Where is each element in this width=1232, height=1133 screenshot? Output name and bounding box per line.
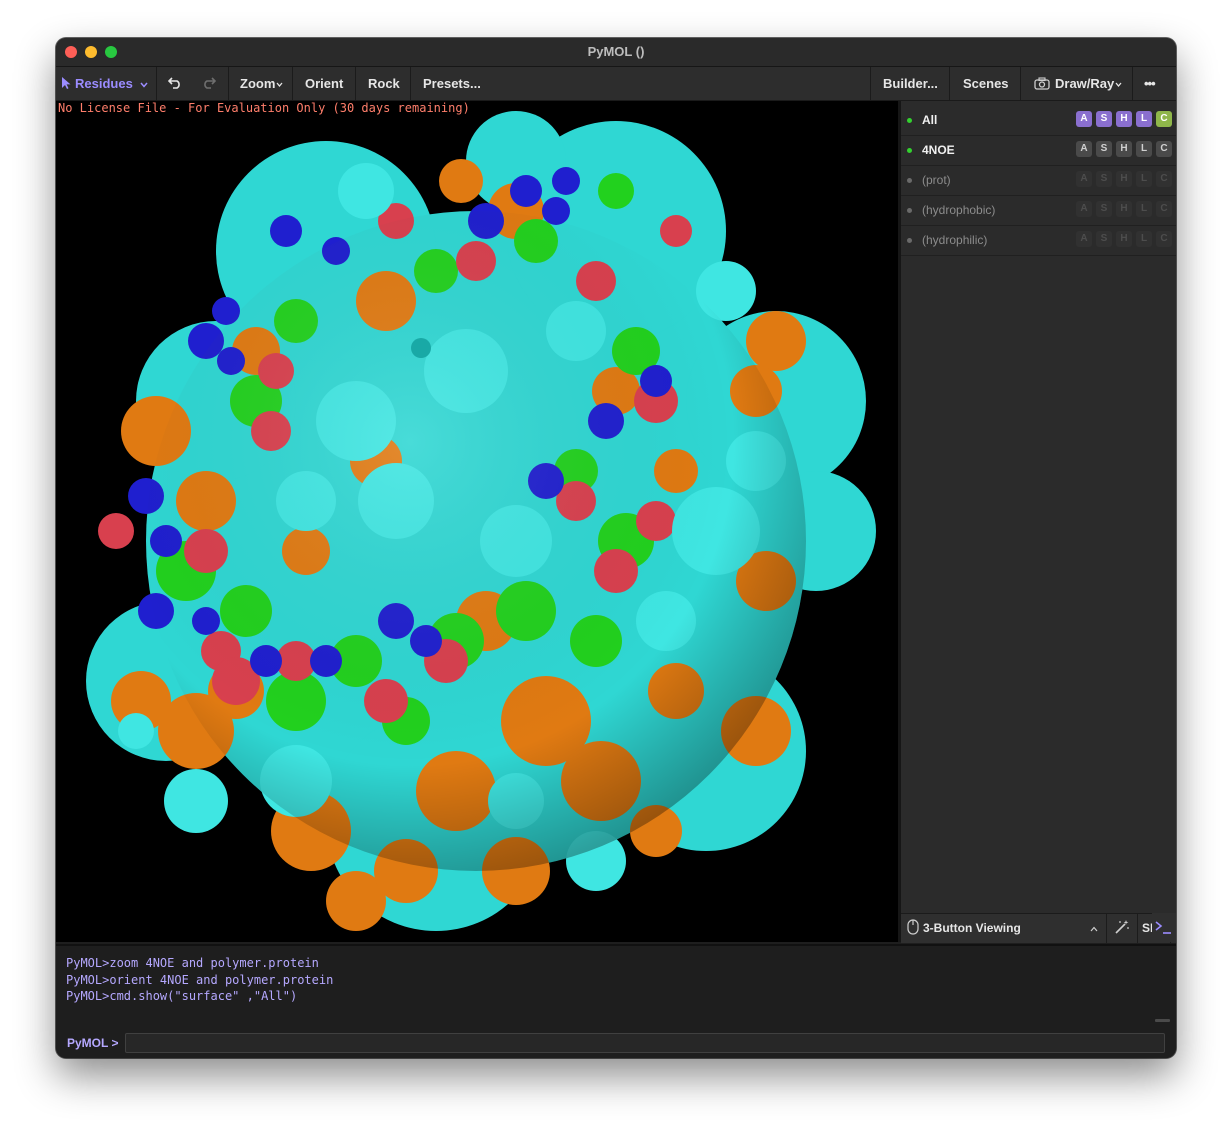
- object-row[interactable]: (prot) A S H L C: [901, 166, 1176, 196]
- pointer-icon: [62, 77, 71, 89]
- action-button-c[interactable]: C: [1156, 231, 1172, 247]
- chevron-down-icon: [276, 82, 283, 88]
- action-button-a[interactable]: A: [1076, 171, 1092, 187]
- log-line: PyMOL>cmd.show("surface" ,"All"): [66, 989, 298, 1003]
- mouse-icon: [907, 919, 919, 935]
- action-button-s[interactable]: S: [1096, 201, 1112, 217]
- object-name[interactable]: 4NOE: [922, 143, 955, 157]
- presets-button[interactable]: Presets...: [423, 67, 481, 100]
- enabled-indicator-icon[interactable]: [907, 208, 912, 213]
- camera-icon: [1034, 77, 1050, 90]
- toolbar: Residues Zoom Orient Rock Presets... Bui…: [56, 67, 1176, 101]
- builder-button[interactable]: Builder...: [883, 67, 938, 100]
- command-input[interactable]: [125, 1033, 1165, 1053]
- action-button-s[interactable]: S: [1096, 111, 1112, 127]
- object-row[interactable]: (hydrophilic) A S H L C: [901, 226, 1176, 256]
- command-console: PyMOL>zoom 4NOE and polymer.protein PyMO…: [56, 944, 1176, 1058]
- object-name[interactable]: (hydrophilic): [922, 233, 987, 247]
- enabled-indicator-icon[interactable]: [907, 118, 912, 123]
- action-button-h[interactable]: H: [1116, 171, 1132, 187]
- mouse-mode-button[interactable]: 3-Button Viewing: [907, 914, 1021, 943]
- action-button-l[interactable]: L: [1136, 231, 1152, 247]
- console-toggle-button[interactable]: [1152, 913, 1176, 942]
- orient-button[interactable]: Orient: [305, 67, 343, 100]
- 3d-viewport[interactable]: No License File - For Evaluation Only (3…: [56, 101, 898, 942]
- title-bar: PyMOL (): [56, 38, 1176, 67]
- terminal-icon: [1155, 921, 1171, 934]
- protein-surface-render: [86, 111, 876, 931]
- draw-ray-dropdown[interactable]: Draw/Ray: [1034, 67, 1122, 100]
- action-button-a[interactable]: A: [1076, 111, 1092, 127]
- magic-wand-button[interactable]: [1114, 914, 1130, 943]
- undo-icon: [167, 77, 180, 89]
- object-name[interactable]: (hydrophobic): [922, 203, 995, 217]
- action-button-a[interactable]: A: [1076, 141, 1092, 157]
- pymol-window: PyMOL () Residues Zoom Orient Rock Prese…: [56, 38, 1176, 1058]
- object-row[interactable]: All A S H L C: [901, 106, 1176, 136]
- object-name[interactable]: (prot): [922, 173, 951, 187]
- object-action-buttons: ASHLC: [1076, 200, 1176, 217]
- license-warning: No License File - For Evaluation Only (3…: [58, 101, 470, 115]
- resize-grip[interactable]: [1155, 1019, 1170, 1022]
- action-button-l[interactable]: L: [1136, 111, 1152, 127]
- zoom-dropdown[interactable]: Zoom: [240, 67, 283, 100]
- enabled-indicator-icon[interactable]: [907, 148, 912, 153]
- action-button-a[interactable]: A: [1076, 201, 1092, 217]
- scenes-button[interactable]: Scenes: [963, 67, 1009, 100]
- object-action-buttons: ASHLC: [1076, 140, 1176, 157]
- object-action-buttons: ASHLC: [1076, 230, 1176, 247]
- mouse-mode-label: 3-Button Viewing: [923, 921, 1021, 935]
- log-line: PyMOL>orient 4NOE and polymer.protein: [66, 972, 334, 987]
- rock-button[interactable]: Rock: [368, 67, 400, 100]
- action-button-h[interactable]: H: [1116, 141, 1132, 157]
- action-button-s[interactable]: S: [1096, 231, 1112, 247]
- undo-button[interactable]: [167, 67, 182, 100]
- redo-button[interactable]: [202, 67, 217, 100]
- action-button-c[interactable]: C: [1156, 141, 1172, 157]
- zoom-label: Zoom: [240, 76, 276, 91]
- window-title: PyMOL (): [587, 44, 645, 59]
- command-prompt-label: PyMOL >: [67, 1036, 119, 1050]
- chevron-down-icon: [140, 82, 149, 88]
- action-button-h[interactable]: H: [1116, 231, 1132, 247]
- action-button-c[interactable]: C: [1156, 111, 1172, 127]
- object-action-buttons: ASHLC: [1076, 170, 1176, 187]
- object-row[interactable]: 4NOE A S H L C: [901, 136, 1176, 166]
- action-button-c[interactable]: C: [1156, 171, 1172, 187]
- action-button-a[interactable]: A: [1076, 231, 1092, 247]
- object-panel: All A S H L C 4NOE A S H L C (prot) A S H L C (hydrophobic…: [901, 101, 1176, 942]
- chevron-down-icon: [1115, 82, 1122, 88]
- action-button-l[interactable]: L: [1136, 201, 1152, 217]
- draw-ray-label: Draw/Ray: [1055, 76, 1115, 91]
- selection-mode-dropdown[interactable]: Residues: [62, 67, 149, 100]
- action-button-h[interactable]: H: [1116, 111, 1132, 127]
- action-button-h[interactable]: H: [1116, 201, 1132, 217]
- enabled-indicator-icon[interactable]: [907, 238, 912, 243]
- chevron-up-icon[interactable]: [1090, 914, 1098, 943]
- enabled-indicator-icon[interactable]: [907, 178, 912, 183]
- action-button-l[interactable]: L: [1136, 171, 1152, 187]
- panel-bottom-bar: 3-Button Viewing SEQ: [901, 913, 1176, 943]
- action-button-s[interactable]: S: [1096, 141, 1112, 157]
- object-action-buttons: ASHLC: [1076, 110, 1176, 127]
- more-menu-button[interactable]: •••: [1144, 67, 1156, 100]
- console-log: PyMOL>zoom 4NOE and polymer.protein PyMO…: [66, 955, 333, 1005]
- object-name[interactable]: All: [922, 113, 937, 127]
- redo-icon: [204, 77, 217, 89]
- log-line: PyMOL>zoom 4NOE and polymer.protein: [66, 956, 319, 970]
- action-button-s[interactable]: S: [1096, 171, 1112, 187]
- action-button-l[interactable]: L: [1136, 141, 1152, 157]
- action-button-c[interactable]: C: [1156, 201, 1172, 217]
- magic-wand-icon: [1115, 920, 1129, 934]
- selection-mode-label: Residues: [75, 76, 133, 91]
- object-row[interactable]: (hydrophobic) A S H L C: [901, 196, 1176, 226]
